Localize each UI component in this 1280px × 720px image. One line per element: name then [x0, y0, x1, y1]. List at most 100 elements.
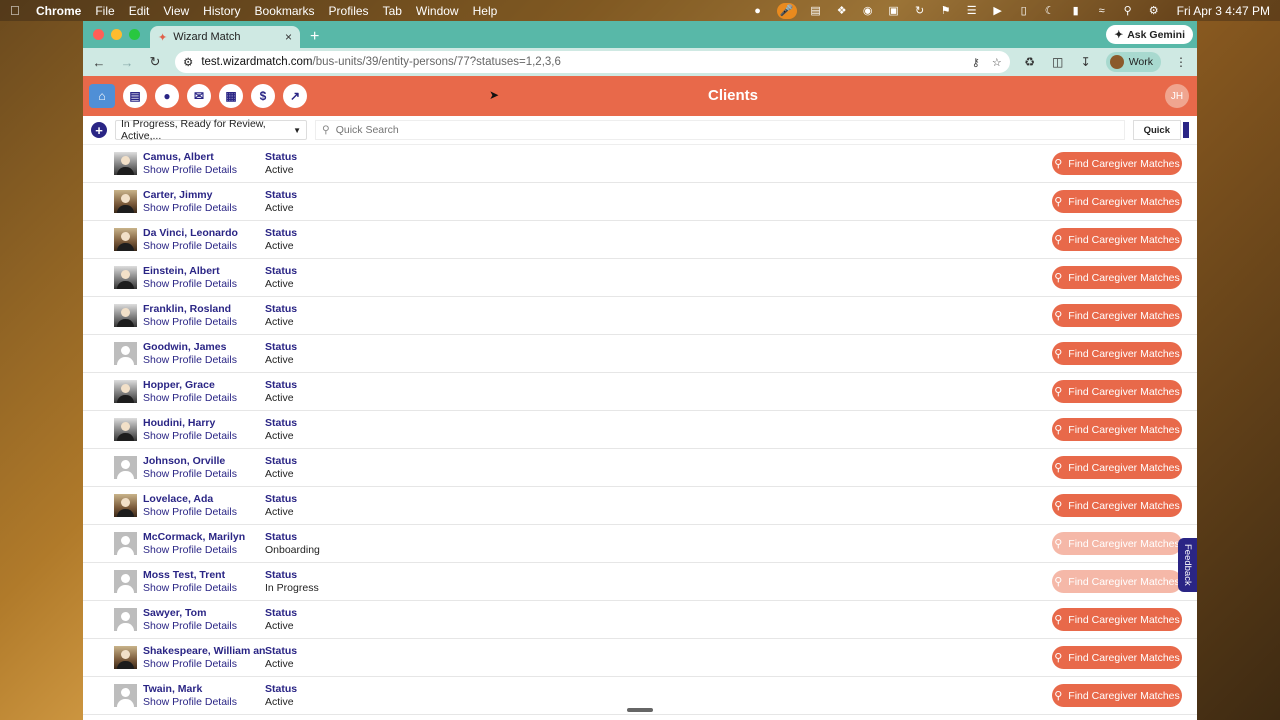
minimize-window-icon[interactable] [111, 29, 122, 40]
spotlight-icon[interactable]: ⚲ [1121, 5, 1135, 17]
show-profile-details-link[interactable]: Show Profile Details [143, 658, 265, 671]
quick-dropdown-edge[interactable] [1183, 122, 1189, 138]
battery-icon[interactable]: ▮ [1069, 5, 1083, 17]
client-name[interactable]: Hopper, Grace [143, 379, 265, 392]
flag-icon[interactable]: ⚑ [939, 5, 953, 17]
menubar-clock[interactable]: Fri Apr 3 4:47 PM [1177, 4, 1270, 18]
find-caregiver-matches-button[interactable]: ⚲ Find Caregiver Matches [1052, 608, 1182, 631]
menubar-help[interactable]: Help [473, 4, 498, 18]
client-name[interactable]: Moss Test, Trent [143, 569, 265, 582]
new-tab-icon[interactable]: + [310, 26, 319, 48]
bed-icon[interactable]: ▤ [123, 84, 147, 108]
grid-app-icon[interactable]: ❖ [835, 5, 849, 17]
menubar-bookmarks[interactable]: Bookmarks [255, 4, 315, 18]
find-caregiver-matches-button[interactable]: ⚲ Find Caregiver Matches [1052, 684, 1182, 707]
sync-icon[interactable]: ↻ [913, 5, 927, 17]
find-caregiver-matches-button[interactable]: ⚲ Find Caregiver Matches [1052, 152, 1182, 175]
download-icon[interactable]: ↧ [1078, 55, 1094, 69]
client-name[interactable]: Sawyer, Tom [143, 607, 265, 620]
client-name[interactable]: Twain, Mark [143, 683, 265, 696]
address-bar[interactable]: ⚙ test.wizardmatch.com/bus-units/39/enti… [175, 51, 1010, 73]
show-profile-details-link[interactable]: Show Profile Details [143, 316, 265, 329]
forward-icon[interactable]: → [119, 55, 135, 70]
profile-button[interactable]: Work [1105, 52, 1161, 72]
apple-icon[interactable]:  [10, 3, 24, 18]
show-profile-details-link[interactable]: Show Profile Details [143, 278, 265, 291]
client-name[interactable]: Camus, Albert [143, 151, 265, 164]
maximize-window-icon[interactable] [129, 29, 140, 40]
kebab-menu-icon[interactable]: ⋮ [1173, 55, 1189, 69]
back-icon[interactable]: ← [91, 55, 107, 70]
client-name[interactable]: Franklin, Rosland [143, 303, 265, 316]
show-profile-details-link[interactable]: Show Profile Details [143, 354, 265, 367]
show-profile-details-link[interactable]: Show Profile Details [143, 202, 265, 215]
moon-icon[interactable]: ☾ [1043, 5, 1057, 17]
menubar-profiles[interactable]: Profiles [329, 4, 369, 18]
play-icon[interactable]: ▶ [991, 5, 1005, 17]
client-name[interactable]: Goodwin, James [143, 341, 265, 354]
find-caregiver-matches-button[interactable]: ⚲ Find Caregiver Matches [1052, 494, 1182, 517]
client-name[interactable]: Johnson, Orville [143, 455, 265, 468]
show-profile-details-link[interactable]: Show Profile Details [143, 240, 265, 253]
show-profile-details-link[interactable]: Show Profile Details [143, 506, 265, 519]
wifi-icon[interactable]: ≈ [1095, 5, 1109, 17]
password-key-icon[interactable]: ⚷ [972, 56, 980, 69]
menubar-file[interactable]: File [95, 4, 114, 18]
home-icon[interactable]: ⌂ [89, 84, 115, 108]
windows-icon[interactable]: ▯ [1017, 5, 1031, 17]
zoom-icon[interactable]: ▣ [887, 5, 901, 17]
quick-search-box[interactable]: ⚲ [315, 120, 1125, 140]
find-caregiver-matches-button[interactable]: ⚲ Find Caregiver Matches [1052, 456, 1182, 479]
show-profile-details-link[interactable]: Show Profile Details [143, 696, 265, 709]
split-view-icon[interactable]: ◫ [1050, 55, 1066, 69]
show-profile-details-link[interactable]: Show Profile Details [143, 620, 265, 633]
find-caregiver-matches-button[interactable]: ⚲ Find Caregiver Matches [1052, 342, 1182, 365]
g-app-icon[interactable]: ◉ [861, 5, 875, 17]
quick-button[interactable]: Quick [1132, 120, 1181, 140]
menubar-history[interactable]: History [203, 4, 240, 18]
person-icon[interactable]: ● [155, 84, 179, 108]
show-profile-details-link[interactable]: Show Profile Details [143, 468, 265, 481]
microphone-icon[interactable]: 🎤 [776, 2, 797, 19]
show-profile-details-link[interactable]: Show Profile Details [143, 430, 265, 443]
menubar-tab[interactable]: Tab [383, 4, 402, 18]
chart-icon[interactable]: ↗ [283, 84, 307, 108]
find-caregiver-matches-button[interactable]: ⚲ Find Caregiver Matches [1052, 380, 1182, 403]
menubar-view[interactable]: View [163, 4, 189, 18]
reload-icon[interactable]: ↻ [147, 54, 163, 70]
tab-wizard-match[interactable]: ✦ Wizard Match × [150, 26, 300, 48]
find-caregiver-matches-button[interactable]: ⚲ Find Caregiver Matches [1052, 418, 1182, 441]
client-name[interactable]: McCormack, Marilyn [143, 531, 265, 544]
dollar-icon[interactable]: $ [251, 84, 275, 108]
menubar-window[interactable]: Window [416, 4, 459, 18]
show-profile-details-link[interactable]: Show Profile Details [143, 544, 265, 557]
bars-icon[interactable]: ▤ [809, 5, 823, 17]
client-name[interactable]: Houdini, Harry [143, 417, 265, 430]
record-icon[interactable]: ● [751, 5, 765, 17]
status-filter-select[interactable]: In Progress, Ready for Review, Active,..… [115, 118, 307, 142]
menubar-edit[interactable]: Edit [129, 4, 150, 18]
extensions-icon[interactable]: ♻ [1022, 55, 1038, 69]
control-center-icon[interactable]: ⚙ [1147, 5, 1161, 17]
quick-search-input[interactable] [335, 124, 1118, 136]
bookmark-star-icon[interactable]: ☆ [992, 56, 1002, 69]
client-name[interactable]: Carter, Jimmy [143, 189, 265, 202]
menubar-app-name[interactable]: Chrome [36, 4, 81, 18]
site-info-icon[interactable]: ⚙ [183, 55, 193, 69]
find-caregiver-matches-button[interactable]: ⚲ Find Caregiver Matches [1052, 646, 1182, 669]
close-tab-icon[interactable]: × [285, 30, 292, 44]
client-name[interactable]: Lovelace, Ada [143, 493, 265, 506]
feedback-tab[interactable]: Feedback [1178, 538, 1197, 592]
add-client-button[interactable]: + [91, 122, 107, 138]
find-caregiver-matches-button[interactable]: ⚲ Find Caregiver Matches [1052, 532, 1182, 555]
client-name[interactable]: Einstein, Albert [143, 265, 265, 278]
controls-icon[interactable]: ☰ [965, 5, 979, 17]
close-window-icon[interactable] [93, 29, 104, 40]
ask-gemini-button[interactable]: ✦ Ask Gemini [1106, 25, 1193, 44]
client-name[interactable]: Shakespeare, William and I [143, 645, 265, 658]
user-avatar[interactable]: JH [1165, 84, 1189, 108]
find-caregiver-matches-button[interactable]: ⚲ Find Caregiver Matches [1052, 190, 1182, 213]
show-profile-details-link[interactable]: Show Profile Details [143, 582, 265, 595]
calendar-icon[interactable]: ▦ [219, 84, 243, 108]
find-caregiver-matches-button[interactable]: ⚲ Find Caregiver Matches [1052, 266, 1182, 289]
